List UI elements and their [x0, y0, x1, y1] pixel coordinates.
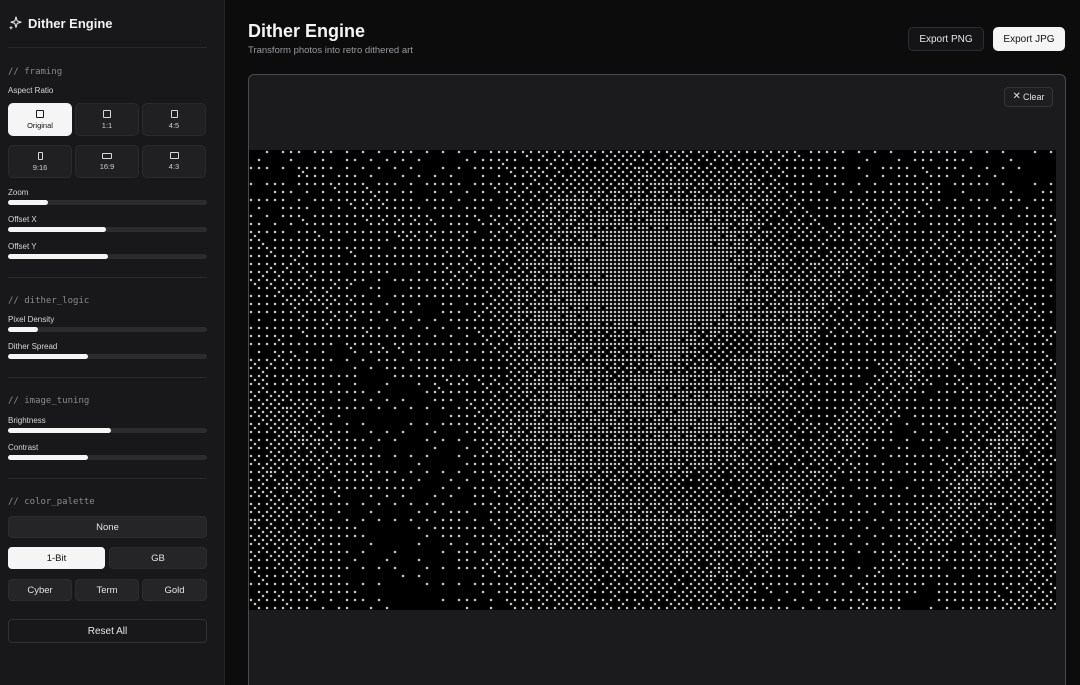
reset-all-button[interactable]: Reset All: [8, 619, 207, 643]
brand: Dither Engine: [8, 14, 113, 32]
divider: [8, 47, 207, 48]
zoom-slider[interactable]: [8, 200, 207, 205]
sparkles-icon: [8, 16, 22, 30]
clear-button[interactable]: ✕ Clear: [1004, 87, 1053, 107]
pixel-density-label: Pixel Density: [8, 315, 55, 324]
page-title: Dither Engine: [248, 21, 366, 41]
palette-term-button[interactable]: Term: [75, 579, 139, 601]
offset-x-slider[interactable]: [8, 227, 207, 232]
dithered-image-preview: [249, 150, 1056, 610]
slider-fill: [8, 428, 112, 433]
ratio-label: Original: [27, 120, 53, 130]
divider: [8, 277, 207, 278]
dither-spread-label: Dither Spread: [8, 342, 58, 351]
square-icon: [36, 109, 44, 118]
palette-gold-button[interactable]: Gold: [142, 579, 207, 601]
ratio-9-16-button[interactable]: 9:16: [8, 145, 72, 178]
contrast-slider[interactable]: [8, 455, 207, 460]
palette-gb-button[interactable]: GB: [109, 547, 207, 569]
ratio-label: 9:16: [32, 162, 48, 172]
ratio-4-3-button[interactable]: 4:3: [142, 145, 206, 178]
export-png-button[interactable]: Export PNG: [908, 27, 984, 51]
palette-1bit-button[interactable]: 1-Bit: [8, 547, 105, 569]
x-icon: ✕: [1012, 91, 1021, 102]
export-jpg-button[interactable]: Export JPG: [993, 27, 1065, 51]
zoom-label: Zoom: [8, 188, 29, 197]
ratio-label: 4:3: [168, 162, 180, 171]
offset-y-slider[interactable]: [8, 254, 207, 259]
dither-spread-slider[interactable]: [8, 354, 207, 359]
slider-fill: [8, 200, 48, 205]
ratio-label: 16:9: [99, 161, 115, 171]
contrast-label: Contrast: [8, 443, 39, 452]
slider-fill: [8, 254, 108, 259]
section-title-framing: // framing: [8, 67, 63, 77]
section-title-color-palette: // color_palette: [8, 497, 95, 507]
brightness-label: Brightness: [8, 416, 46, 425]
palette-cyber-button[interactable]: Cyber: [8, 579, 72, 601]
slider-fill: [8, 227, 106, 232]
landscape-rect-icon: [169, 152, 179, 159]
offset-y-label: Offset Y: [8, 242, 37, 251]
palette-none-button[interactable]: None: [8, 516, 207, 538]
divider: [8, 377, 207, 378]
divider: [8, 478, 207, 479]
ratio-label: 4:5: [168, 120, 180, 130]
offset-x-label: Offset X: [8, 215, 37, 224]
ratio-label: 1:1: [101, 120, 113, 130]
section-title-dither-logic: // dither_logic: [8, 296, 90, 306]
ratio-original-button[interactable]: Original: [8, 103, 72, 136]
section-title-image-tuning: // image_tuning: [8, 396, 90, 406]
square-icon: [103, 109, 111, 118]
slider-fill: [8, 354, 88, 359]
ratio-1-1-button[interactable]: 1:1: [75, 103, 139, 136]
tall-rect-icon: [37, 151, 43, 160]
sidebar: Dither Engine // framing Aspect Ratio Or…: [0, 0, 225, 685]
slider-fill: [8, 455, 88, 460]
brightness-slider[interactable]: [8, 428, 207, 433]
ratio-4-5-button[interactable]: 4:5: [142, 103, 206, 136]
app-name: Dither Engine: [28, 15, 113, 31]
pixel-density-slider[interactable]: [8, 327, 207, 332]
page-subtitle: Transform photos into retro dithered art: [248, 45, 413, 56]
ratio-16-9-button[interactable]: 16:9: [75, 145, 139, 178]
portrait-rect-icon: [170, 109, 178, 118]
aspect-ratio-label: Aspect Ratio: [8, 86, 54, 95]
slider-fill: [8, 327, 38, 332]
wide-rect-icon: [102, 152, 112, 159]
clear-label: Clear: [1022, 92, 1045, 102]
